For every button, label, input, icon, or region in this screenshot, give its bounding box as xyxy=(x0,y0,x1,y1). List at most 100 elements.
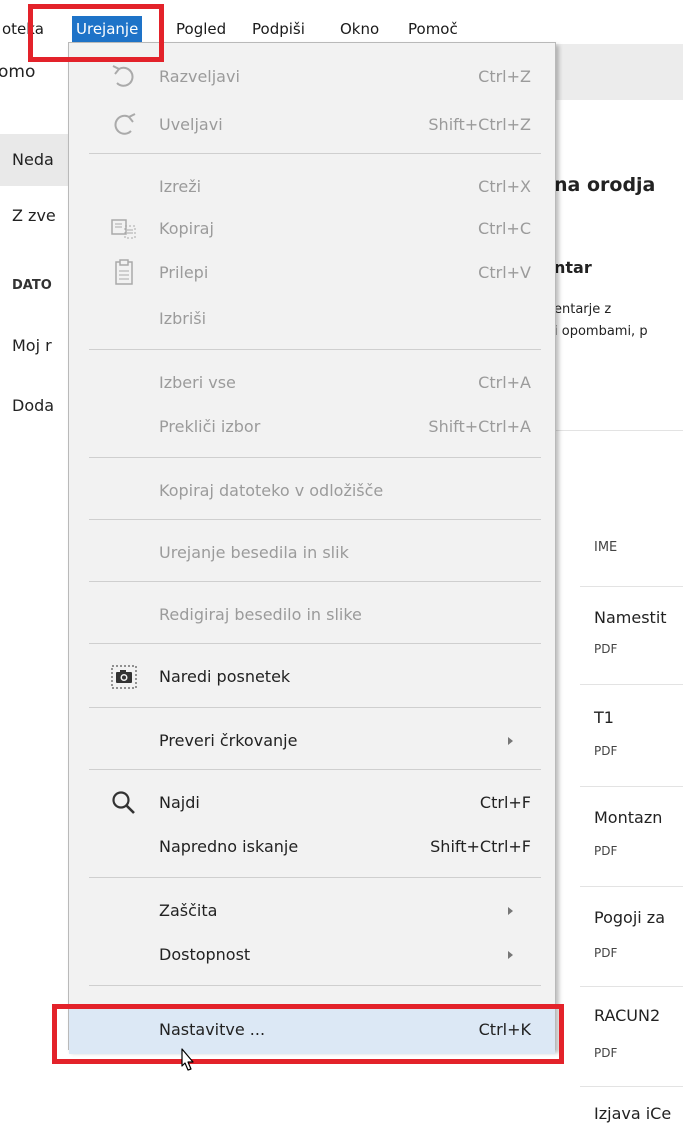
file-type: PDF xyxy=(594,744,618,758)
menu-item-deselect[interactable]: Prekliči izbor Shift+Ctrl+A xyxy=(69,403,555,451)
column-header-name[interactable]: IME xyxy=(594,540,617,555)
submenu-arrow-icon xyxy=(508,907,513,915)
menu-sign[interactable]: Podpiši xyxy=(248,16,309,42)
menu-item-find[interactable]: Najdi Ctrl+F xyxy=(69,779,555,827)
paste-icon xyxy=(109,259,139,287)
undo-icon xyxy=(109,63,139,91)
main-content: na orodja ntar entarje z i opombami, p I… xyxy=(540,100,683,1124)
row-divider xyxy=(580,986,683,987)
find-shortcut: Ctrl+F xyxy=(479,793,531,812)
comment-tool-desc-2: i opombami, p xyxy=(554,324,648,339)
menu-separator xyxy=(89,985,541,986)
advanced-search-label: Napredno iskanje xyxy=(159,837,299,856)
menu-item-accessibility[interactable]: Dostopnost xyxy=(69,931,555,979)
camera-icon xyxy=(109,663,139,691)
left-item-add[interactable]: Doda xyxy=(12,396,54,415)
file-name[interactable]: T1 xyxy=(594,708,614,727)
row-divider xyxy=(580,586,683,587)
menu-item-redact[interactable]: Redigiraj besedilo in slike xyxy=(69,591,555,639)
copy-file-label: Kopiraj datoteko v odložišče xyxy=(159,481,384,500)
row-divider xyxy=(580,684,683,685)
redo-icon xyxy=(109,111,139,139)
redo-label: Uveljavi xyxy=(159,115,223,134)
file-type: PDF xyxy=(594,946,618,960)
menu-item-copy[interactable]: Kopiraj Ctrl+C xyxy=(69,205,555,253)
menu-item-edit-text-images[interactable]: Urejanje besedila in slik xyxy=(69,529,555,577)
mouse-cursor-icon xyxy=(181,1048,194,1071)
file-name[interactable]: Pogoji za xyxy=(594,908,665,927)
highlight-box-preferences xyxy=(52,1004,564,1064)
menu-item-copy-file[interactable]: Kopiraj datoteko v odložišče xyxy=(69,467,555,515)
redo-shortcut: Shift+Ctrl+Z xyxy=(428,115,531,134)
copy-icon xyxy=(109,215,139,243)
row-divider xyxy=(580,886,683,887)
paste-shortcut: Ctrl+V xyxy=(478,263,531,282)
left-heading-files: DATO xyxy=(12,278,52,293)
menu-item-cut[interactable]: Izreži Ctrl+X xyxy=(69,163,555,211)
menu-item-protection[interactable]: Zaščita xyxy=(69,887,555,935)
cut-label: Izreži xyxy=(159,177,202,196)
menu-item-delete[interactable]: Izbriši xyxy=(69,295,555,343)
tab-home-label: omo xyxy=(0,62,36,82)
left-item-recent[interactable]: Neda xyxy=(0,134,72,186)
menu-separator xyxy=(89,153,541,154)
submenu-arrow-icon xyxy=(508,951,513,959)
menu-item-snapshot[interactable]: Naredi posnetek xyxy=(69,653,555,701)
highlight-box-edit-menu xyxy=(28,4,164,62)
paste-label: Prilepi xyxy=(159,263,209,282)
comment-tool-desc-1: entarje z xyxy=(554,302,612,317)
find-label: Najdi xyxy=(159,793,200,812)
left-item-my-computer[interactable]: Moj r xyxy=(12,336,52,355)
menu-item-advanced-search[interactable]: Napredno iskanje Shift+Ctrl+F xyxy=(69,823,555,871)
menu-separator xyxy=(89,519,541,520)
copy-label: Kopiraj xyxy=(159,219,214,238)
file-name[interactable]: Namestit xyxy=(594,608,667,627)
accessibility-label: Dostopnost xyxy=(159,945,251,964)
row-divider xyxy=(580,1086,683,1087)
menu-separator xyxy=(89,581,541,582)
select-all-shortcut: Ctrl+A xyxy=(478,373,531,392)
menu-separator xyxy=(89,877,541,878)
menu-item-select-all[interactable]: Izberi vse Ctrl+A xyxy=(69,359,555,407)
protection-label: Zaščita xyxy=(159,901,218,920)
submenu-arrow-icon xyxy=(508,737,513,745)
delete-label: Izbriši xyxy=(159,309,207,328)
undo-label: Razveljavi xyxy=(159,67,240,86)
menu-item-paste[interactable]: Prilepi Ctrl+V xyxy=(69,249,555,297)
snapshot-label: Naredi posnetek xyxy=(159,667,291,686)
edit-menu-dropdown: Razveljavi Ctrl+Z Uveljavi Shift+Ctrl+Z … xyxy=(68,42,556,1050)
menu-view[interactable]: Pogled xyxy=(172,16,230,42)
file-type: PDF xyxy=(594,642,618,656)
left-item-starred[interactable]: Z zve xyxy=(12,206,56,225)
search-icon xyxy=(109,789,139,817)
menu-window[interactable]: Okno xyxy=(336,16,383,42)
menu-separator xyxy=(89,707,541,708)
redact-label: Redigiraj besedilo in slike xyxy=(159,605,362,624)
menu-separator xyxy=(89,457,541,458)
tools-title: na orodja xyxy=(554,174,656,196)
row-divider xyxy=(580,786,683,787)
file-name[interactable]: Izjava iCe xyxy=(594,1104,671,1123)
deselect-shortcut: Shift+Ctrl+A xyxy=(428,417,531,436)
menu-help[interactable]: Pomoč xyxy=(404,16,462,42)
menu-separator xyxy=(89,769,541,770)
file-name[interactable]: Montazn xyxy=(594,808,662,827)
undo-shortcut: Ctrl+Z xyxy=(478,67,531,86)
file-type: PDF xyxy=(594,1046,618,1060)
file-name[interactable]: RACUN2 xyxy=(594,1006,660,1025)
cut-shortcut: Ctrl+X xyxy=(478,177,531,196)
spellcheck-label: Preveri črkovanje xyxy=(159,731,298,750)
menu-separator xyxy=(89,349,541,350)
edit-text-images-label: Urejanje besedila in slik xyxy=(159,543,349,562)
menu-item-redo[interactable]: Uveljavi Shift+Ctrl+Z xyxy=(69,101,555,149)
divider xyxy=(540,430,683,431)
menu-item-spellcheck[interactable]: Preveri črkovanje xyxy=(69,717,555,765)
deselect-label: Prekliči izbor xyxy=(159,417,261,436)
file-type: PDF xyxy=(594,844,618,858)
left-panel: Neda Z zve DATO Moj r Doda xyxy=(0,100,72,1124)
comment-tool-title[interactable]: ntar xyxy=(554,258,592,277)
select-all-label: Izberi vse xyxy=(159,373,236,392)
menu-separator xyxy=(89,643,541,644)
advanced-search-shortcut: Shift+Ctrl+F xyxy=(430,837,531,856)
copy-shortcut: Ctrl+C xyxy=(477,219,531,238)
